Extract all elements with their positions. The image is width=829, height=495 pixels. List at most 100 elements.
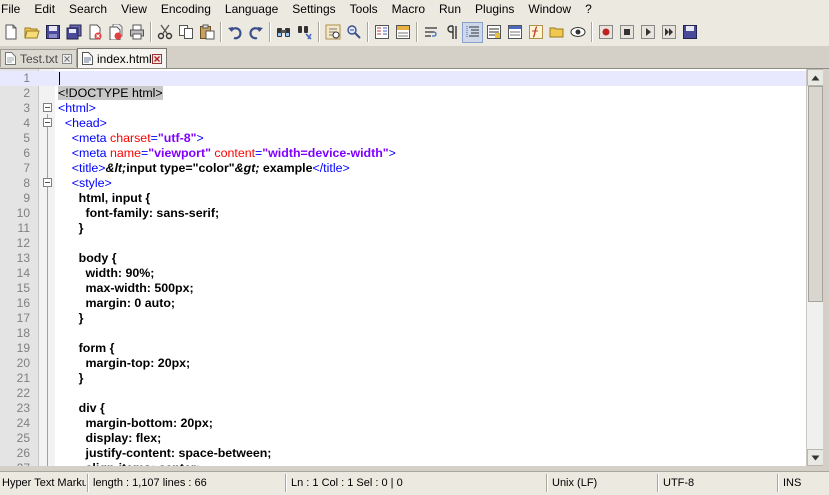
scroll-down-button[interactable]: [807, 449, 824, 466]
code-line: 20 margin-top: 20px;: [0, 356, 806, 371]
code-line: 24 margin-bottom: 20px;: [0, 416, 806, 431]
menu-settings[interactable]: Settings: [290, 0, 341, 18]
tab-close-icon[interactable]: [61, 53, 72, 64]
menu-window[interactable]: Window: [526, 0, 577, 18]
menu-file[interactable]: File: [0, 0, 26, 18]
folder-workspace-icon[interactable]: [547, 23, 566, 42]
menu-language[interactable]: Language: [223, 0, 284, 18]
code-token: <meta: [58, 131, 110, 145]
code-token: >: [388, 146, 396, 160]
close-icon[interactable]: [85, 23, 104, 42]
code-line: 3 <html>: [0, 101, 806, 116]
fold-toggle-icon[interactable]: [43, 118, 52, 127]
function-list-icon[interactable]: [526, 23, 545, 42]
copy-icon[interactable]: [176, 23, 195, 42]
zoom-in-icon[interactable]: [323, 23, 342, 42]
sync-vertical-icon[interactable]: [372, 23, 391, 42]
scroll-up-button[interactable]: [807, 69, 824, 86]
find-icon[interactable]: [274, 23, 293, 42]
menu-search[interactable]: Search: [67, 0, 113, 18]
line-number: 4: [23, 116, 30, 130]
code-line: 4 <head>: [0, 116, 806, 131]
code-text: }: [58, 371, 84, 386]
code-line: 21 }: [0, 371, 806, 386]
code-text: <style>: [58, 176, 112, 191]
vertical-scrollbar[interactable]: [806, 69, 824, 466]
code-line: 6 <meta name="viewport" content="width=d…: [0, 146, 806, 161]
code-line: 19 form {: [0, 341, 806, 356]
menu-tools[interactable]: Tools: [348, 0, 384, 18]
line-number: 8: [23, 176, 30, 190]
code-text: margin-bottom: 20px;: [58, 416, 213, 431]
stop-record-icon[interactable]: [617, 23, 636, 42]
tab-bar: Test.txt index.html: [0, 46, 829, 69]
scroll-thumb[interactable]: [808, 86, 823, 302]
find-replace-icon[interactable]: [295, 23, 314, 42]
line-number: 23: [16, 401, 30, 415]
save-icon[interactable]: [43, 23, 62, 42]
menu-edit[interactable]: Edit: [32, 0, 61, 18]
code-token: }: [58, 371, 84, 385]
fold-toggle-icon[interactable]: [43, 103, 52, 112]
line-number: 3: [23, 101, 30, 115]
line-number: 16: [16, 296, 30, 310]
monitoring-icon[interactable]: [568, 23, 587, 42]
indent-guide-icon[interactable]: [462, 21, 483, 43]
tab-close-icon[interactable]: [151, 53, 162, 64]
word-wrap-icon[interactable]: [421, 23, 440, 42]
paste-icon[interactable]: [197, 23, 216, 42]
toolbar: [0, 18, 829, 46]
code-token: "viewport": [148, 146, 211, 160]
play-macro-icon[interactable]: [638, 23, 657, 42]
toolbar-separator: [318, 22, 319, 42]
status-eol[interactable]: Unix (LF): [550, 475, 650, 491]
code-line: 22: [0, 386, 806, 401]
code-token: <title>: [58, 161, 106, 175]
code-token: <html>: [58, 101, 96, 115]
code-line: 11 }: [0, 221, 806, 236]
menu-plugins[interactable]: Plugins: [473, 0, 520, 18]
tab-test-txt[interactable]: Test.txt: [0, 49, 77, 67]
save-macro-icon[interactable]: [680, 23, 699, 42]
line-number: 17: [16, 311, 30, 325]
menu-bar: File Edit Search View Encoding Language Settin…: [0, 0, 829, 18]
fold-toggle-icon[interactable]: [43, 178, 52, 187]
menu-run[interactable]: Run: [437, 0, 467, 18]
menu-encoding[interactable]: Encoding: [159, 0, 217, 18]
tab-index-html[interactable]: index.html: [77, 48, 167, 68]
undo-icon[interactable]: [225, 23, 244, 42]
code-editor[interactable]: 1 2 <!DOCTYPE html> 3 <html> 4 <head> 5 <meta …: [0, 69, 806, 466]
code-token: </title>: [312, 161, 350, 175]
doc-map-icon[interactable]: [505, 23, 524, 42]
close-all-icon[interactable]: [106, 23, 125, 42]
code-text: align-items: center;: [58, 461, 200, 466]
new-file-icon[interactable]: [1, 23, 20, 42]
code-token: div {: [58, 401, 105, 415]
record-macro-icon[interactable]: [596, 23, 615, 42]
status-encoding[interactable]: UTF-8: [661, 475, 771, 491]
line-number: 26: [16, 446, 30, 460]
menu-help[interactable]: ?: [583, 0, 598, 18]
menu-macro[interactable]: Macro: [390, 0, 431, 18]
print-icon[interactable]: [127, 23, 146, 42]
show-all-chars-icon[interactable]: [442, 23, 461, 42]
code-text: body {: [58, 251, 117, 266]
zoom-out-icon[interactable]: [344, 23, 363, 42]
run-macro-multiple-icon[interactable]: [659, 23, 678, 42]
code-token: html, input {: [58, 191, 151, 205]
menu-view[interactable]: View: [119, 0, 153, 18]
redo-icon[interactable]: [246, 23, 265, 42]
code-token: }: [58, 221, 84, 235]
code-token: charset: [110, 131, 151, 145]
udl-icon[interactable]: [484, 23, 503, 42]
open-file-icon[interactable]: [22, 23, 41, 42]
sync-horizontal-icon[interactable]: [393, 23, 412, 42]
cut-icon[interactable]: [155, 23, 174, 42]
code-line: 1: [0, 71, 806, 86]
code-token: }: [58, 311, 84, 325]
status-mode[interactable]: INS: [781, 475, 825, 491]
save-all-icon[interactable]: [64, 23, 83, 42]
code-token: &lt;: [105, 161, 127, 175]
status-divider: [87, 474, 88, 492]
line-number: 9: [23, 191, 30, 205]
